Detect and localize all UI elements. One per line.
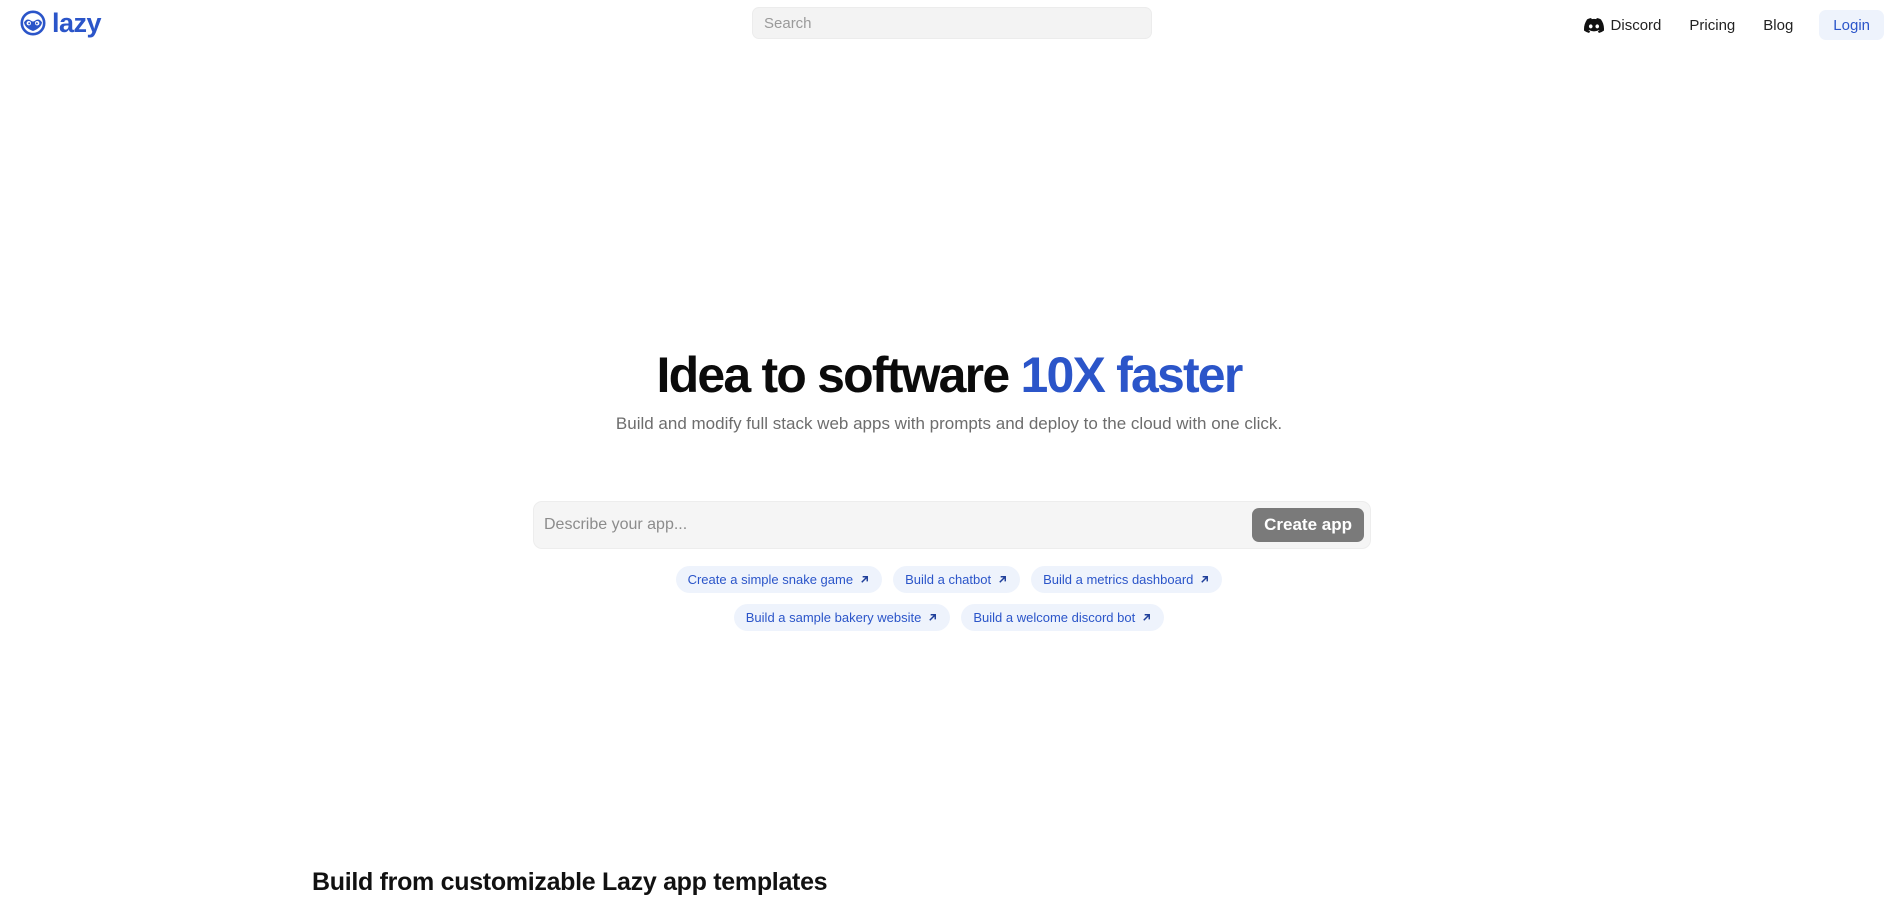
arrow-up-right-icon [861,576,869,583]
arrow-up-right-icon [999,576,1007,583]
search-input[interactable] [752,7,1152,39]
hero-title-main: Idea to software [656,347,1021,403]
suggestion-chip-discord-bot[interactable]: Build a welcome discord bot [961,604,1165,631]
create-app-button[interactable]: Create app [1252,508,1364,542]
describe-app-input[interactable] [544,510,1244,540]
hero-title: Idea to software 10X faster [0,345,1898,405]
top-navigation-bar: lazy Discord Pricing Blog Login [0,0,1898,46]
suggestion-label: Build a metrics dashboard [1043,572,1194,587]
arrow-up-right-icon [1143,614,1151,621]
suggestion-chip-bakery-website[interactable]: Build a sample bakery website [733,604,951,631]
arrow-up-right-icon [929,614,937,621]
suggestion-label: Create a simple snake game [687,572,854,587]
landing-page: lazy Discord Pricing Blog Login Idea to … [0,0,1898,908]
suggestion-chip-metrics-dashboard[interactable]: Build a metrics dashboard [1031,566,1223,593]
sloth-face-icon [20,10,46,36]
templates-section-title: Build from customizable Lazy app templat… [312,868,828,896]
app-prompt-box: Create app [533,501,1371,549]
login-button[interactable]: Login [1819,10,1884,40]
discord-link[interactable]: Discord [1570,17,1676,34]
suggestion-label: Build a welcome discord bot [973,610,1136,625]
blog-link[interactable]: Blog [1749,17,1807,34]
hero-subtitle: Build and modify full stack web apps wit… [615,414,1283,433]
discord-icon [1583,17,1604,33]
suggestion-row-2: Build a sample bakery website Build a we… [0,604,1898,631]
logo-text: lazy [52,8,102,38]
suggestion-chip-snake-game[interactable]: Create a simple snake game [675,566,883,593]
nav-links: Discord Pricing Blog Login [1570,10,1884,40]
logo-link[interactable]: lazy [20,8,102,38]
discord-label: Discord [1610,16,1662,34]
arrow-up-right-icon [1201,576,1209,583]
suggestion-row-1: Create a simple snake game Build a chatb… [0,566,1898,593]
suggestion-label: Build a sample bakery website [745,610,922,625]
suggestion-label: Build a chatbot [905,572,992,587]
suggestion-chip-chatbot[interactable]: Build a chatbot [893,566,1021,593]
pricing-link[interactable]: Pricing [1675,17,1749,34]
hero-title-accent: 10X faster [1020,347,1243,403]
